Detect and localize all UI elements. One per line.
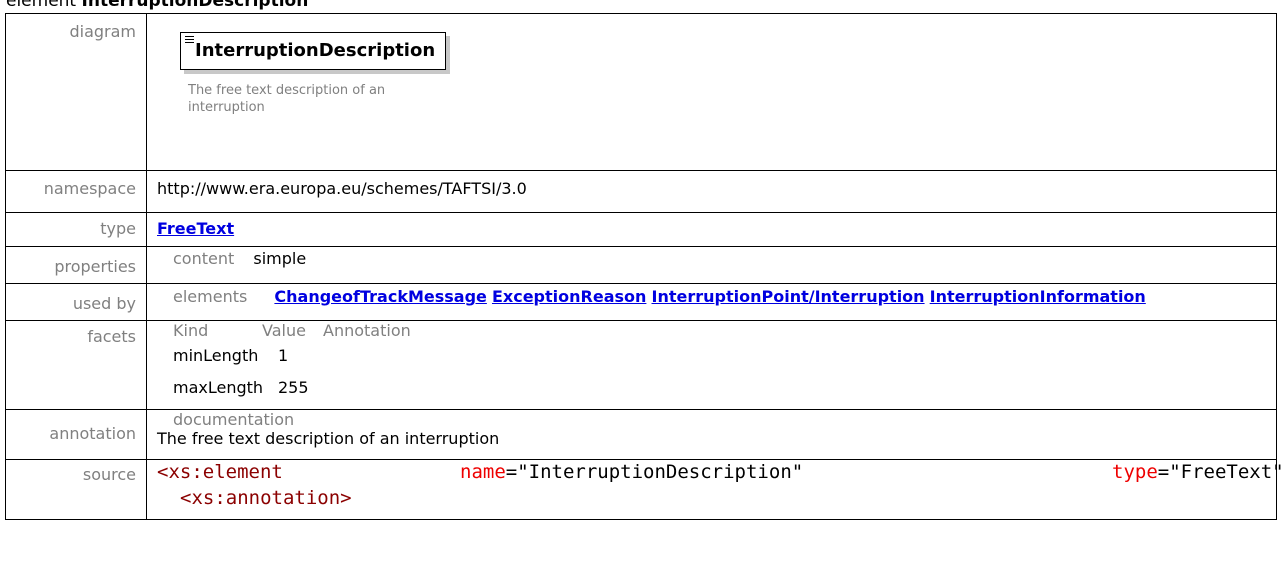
source-annotation-tag: <xs:annotation> xyxy=(180,487,352,509)
namespace-value: http://www.era.europa.eu/schemes/TAFTSI/… xyxy=(146,170,1277,213)
type-row: type FreeText xyxy=(5,212,1277,247)
title-prefix: element xyxy=(6,0,77,11)
source-code: <xs:element name="InterruptionDescriptio… xyxy=(146,459,1282,520)
facets-label: facets xyxy=(5,320,147,410)
properties-value: simple xyxy=(253,249,307,268)
facets-row: facets Kind Value Annotation minLength 1… xyxy=(5,320,1277,410)
used-by-link[interactable]: ChangeofTrackMessage xyxy=(274,287,486,306)
element-table: diagram InterruptionDescription The free… xyxy=(5,13,1282,520)
facet-value: 255 xyxy=(278,378,309,397)
used-by-key: elements xyxy=(173,287,248,306)
properties-key: content xyxy=(173,249,235,268)
used-by-label: used by xyxy=(5,283,147,321)
facet-kind: maxLength xyxy=(173,378,264,397)
source-equals: = xyxy=(505,461,518,483)
properties-row: properties content simple xyxy=(5,246,1277,284)
facets-header-kind: Kind xyxy=(173,321,209,340)
type-label: type xyxy=(5,212,147,247)
source-row: source <xs:element name="InterruptionDes… xyxy=(5,459,1282,520)
page-title: element InterruptionDescription xyxy=(6,0,308,11)
diagram-label: diagram xyxy=(5,13,147,171)
facets-cell: Kind Value Annotation minLength 1 maxLen… xyxy=(146,320,1277,410)
facets-header-annotation: Annotation xyxy=(323,321,411,340)
source-tag: <xs:element xyxy=(157,461,283,483)
sequence-icon xyxy=(185,36,194,45)
annotation-value: The free text description of an interrup… xyxy=(157,429,500,448)
type-link[interactable]: FreeText xyxy=(157,219,234,238)
annotation-label: annotation xyxy=(5,409,147,460)
namespace-label: namespace xyxy=(5,170,147,213)
source-attr-value: "FreeText" xyxy=(1169,461,1282,483)
diagram-element-name: InterruptionDescription xyxy=(195,40,436,61)
facet-kind: minLength xyxy=(173,346,259,365)
diagram-documentation: The free text description of an interrup… xyxy=(188,83,386,115)
annotation-row: annotation documentation The free text d… xyxy=(5,409,1277,460)
diagram-element-box[interactable]: InterruptionDescription xyxy=(180,32,446,70)
annotation-cell: documentation The free text description … xyxy=(146,409,1277,460)
facet-value: 1 xyxy=(278,346,289,365)
source-attr-value: "InterruptionDescription" xyxy=(517,461,804,483)
source-attr: type xyxy=(1112,461,1158,483)
properties-label: properties xyxy=(5,246,147,284)
title-element-name: InterruptionDescription xyxy=(81,0,309,11)
diagram-row: diagram InterruptionDescription The free… xyxy=(5,13,1277,171)
used-by-link[interactable]: InterruptionInformation xyxy=(930,287,1146,306)
source-equals: = xyxy=(1157,461,1170,483)
namespace-row: namespace http://www.era.europa.eu/schem… xyxy=(5,170,1277,213)
used-by-link[interactable]: InterruptionPoint/Interruption xyxy=(652,287,925,306)
source-label: source xyxy=(5,459,147,520)
annotation-key: documentation xyxy=(173,410,295,429)
facets-header-value: Value xyxy=(262,321,306,340)
diagram-cell: InterruptionDescription The free text de… xyxy=(146,13,1277,171)
used-by-row: used by elements ChangeofTrackMessage Ex… xyxy=(5,283,1277,321)
used-by-link[interactable]: ExceptionReason xyxy=(492,287,646,306)
element-diagram: InterruptionDescription The free text de… xyxy=(147,14,1276,170)
source-attr: name xyxy=(460,461,506,483)
